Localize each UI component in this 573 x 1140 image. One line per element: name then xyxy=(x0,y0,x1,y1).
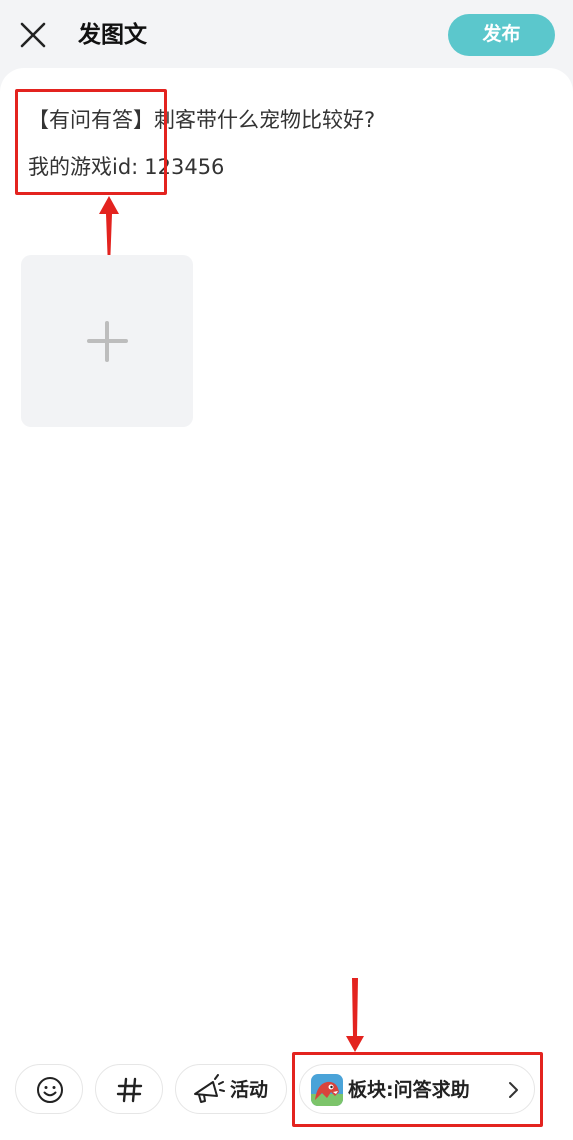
megaphone-icon xyxy=(194,1074,225,1103)
emoji-icon xyxy=(37,1077,63,1103)
page-title: 发图文 xyxy=(78,22,147,48)
highlight-box-section xyxy=(292,1052,543,1127)
annotation-arrow-down xyxy=(346,978,364,1052)
close-icon xyxy=(20,22,46,48)
hashtag-icon xyxy=(116,1077,143,1103)
add-image-button[interactable] xyxy=(21,255,193,427)
editor-area[interactable] xyxy=(0,68,573,1140)
publish-button[interactable]: 发布 xyxy=(448,14,555,56)
topic-button[interactable] xyxy=(95,1064,163,1114)
close-button[interactable] xyxy=(17,19,49,51)
emoji-button[interactable] xyxy=(15,1064,83,1114)
activity-button[interactable]: 活动 xyxy=(175,1064,287,1114)
top-bar: 发图文 发布 xyxy=(0,0,573,70)
title-text: 刺客带什么宠物比较好? xyxy=(154,108,376,132)
highlight-box-prefix xyxy=(15,89,167,195)
activity-label: 活动 xyxy=(230,1079,269,1101)
